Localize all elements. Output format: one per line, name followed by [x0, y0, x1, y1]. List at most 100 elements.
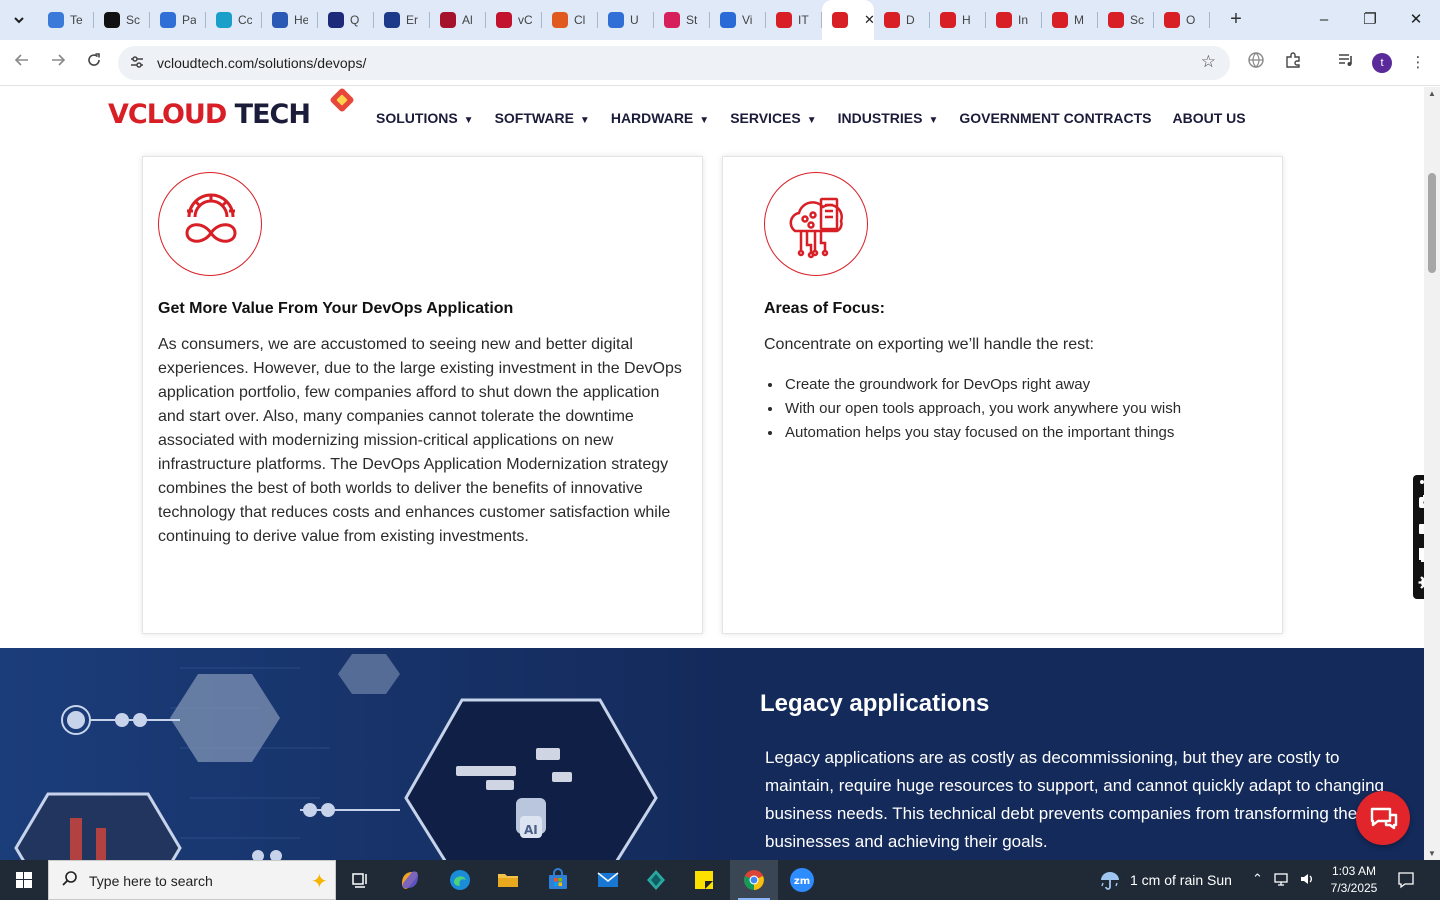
network-icon[interactable]	[1273, 871, 1289, 890]
scroll-thumb[interactable]	[1428, 173, 1436, 273]
tab-title: St	[686, 13, 698, 27]
focus-list: Create the groundwork for DevOps right a…	[765, 373, 1181, 445]
minimize-button[interactable]: –	[1312, 8, 1336, 32]
tab-title: He	[294, 13, 308, 27]
more-menu-icon[interactable]: ⋮	[1406, 51, 1430, 75]
nav-item-software[interactable]: SOFTWARE ▼	[495, 110, 590, 126]
card-title: Areas of Focus:	[764, 300, 885, 317]
browser-tab[interactable]: U	[598, 0, 654, 40]
nav-item-hardware[interactable]: HARDWARE ▼	[611, 110, 709, 126]
tab-title: Te	[70, 13, 83, 27]
page-scrollbar[interactable]: ▲ ▼	[1424, 87, 1440, 860]
tray-chevron-up-icon[interactable]: ⌃	[1252, 871, 1263, 890]
vcloud-icon	[1108, 12, 1124, 28]
scroll-down-arrow[interactable]: ▼	[1424, 849, 1440, 858]
browser-tab[interactable]: O	[1154, 0, 1210, 40]
file-explorer-icon[interactable]	[484, 860, 532, 900]
caret-down-icon: ▼	[806, 115, 817, 126]
browser-tab[interactable]: M	[1042, 0, 1098, 40]
extensions-icon[interactable]	[1281, 51, 1305, 75]
address-bar[interactable]: vcloudtech.com/solutions/devops/ ☆	[118, 46, 1230, 80]
media-control-icon[interactable]	[1334, 51, 1358, 75]
rain-umbrella-icon	[1101, 872, 1119, 890]
github-icon	[104, 12, 120, 28]
reload-button[interactable]	[82, 51, 106, 75]
nav-item-about-us[interactable]: ABOUT US	[1172, 110, 1245, 126]
scroll-up-arrow[interactable]: ▲	[1424, 89, 1440, 98]
browser-tab[interactable]: St	[654, 0, 710, 40]
tab-title: Cl	[574, 13, 586, 27]
browser-tab[interactable]: Er✕	[822, 0, 875, 40]
start-button[interactable]	[0, 860, 48, 900]
browser-tab[interactable]: Te	[38, 0, 94, 40]
browser-toolbar: vcloudtech.com/solutions/devops/ ☆ t ⋮	[0, 40, 1440, 86]
tab-search-button[interactable]	[6, 7, 32, 33]
browser-tab[interactable]: He	[262, 0, 318, 40]
nav-item-label: SOFTWARE	[494, 110, 574, 126]
browser-tab[interactable]: H	[930, 0, 986, 40]
globe-icon	[48, 12, 64, 28]
browser-tab[interactable]: Sc	[1098, 0, 1154, 40]
maximize-button[interactable]: ❐	[1358, 8, 1382, 32]
list-item: With our open tools approach, you work a…	[783, 397, 1181, 421]
taskbar-search-box[interactable]: Type here to search ✦	[48, 860, 336, 900]
notification-center-icon[interactable]	[1396, 870, 1416, 890]
browser-tab[interactable]: IT	[766, 0, 822, 40]
browser-tab[interactable]: Vi	[710, 0, 766, 40]
system-clock[interactable]: 1:03 AM 7/3/2025	[1322, 863, 1386, 897]
vpn-app-icon[interactable]	[632, 860, 680, 900]
copilot-app-icon[interactable]	[386, 860, 434, 900]
sparkle-icon: ✦	[311, 871, 328, 893]
browser-tab[interactable]: Er	[374, 0, 430, 40]
chrome-browser-icon[interactable]	[730, 860, 778, 900]
close-window-button[interactable]: ✕	[1404, 8, 1428, 32]
browser-tab[interactable]: Cl	[542, 0, 598, 40]
card-title: Get More Value From Your DevOps Applicat…	[158, 300, 514, 317]
nav-item-label: INDUSTRIES	[837, 110, 923, 126]
volume-icon[interactable]	[1299, 871, 1315, 890]
site-header: VCLOUD TECH SOLUTIONS ▼ SOFTWARE ▼ HARDWARE ▼…	[0, 87, 1424, 151]
sticky-notes-icon[interactable]	[680, 860, 728, 900]
tab-title: Pa	[182, 13, 196, 27]
browser-tab[interactable]: D	[874, 0, 930, 40]
weather-widget[interactable]: 1 cm of rain Sun	[1098, 860, 1232, 900]
browser-tab[interactable]: Cc	[206, 0, 262, 40]
doc-icon	[608, 12, 624, 28]
chat-button[interactable]	[1356, 791, 1410, 845]
main-nav: SOLUTIONS ▼ SOFTWARE ▼ HARDWARE ▼ SERVICES ▼ IND…	[376, 110, 1267, 126]
x-icon	[328, 12, 344, 28]
tab-list: Te Sc Pa Cc He Q Er Al vC Cl U St Vi IT Er✕ D H In M Sc O	[38, 0, 1210, 40]
vcloud-icon	[940, 12, 956, 28]
store-icon[interactable]	[534, 860, 582, 900]
browser-tab[interactable]: vC	[486, 0, 542, 40]
profile-avatar[interactable]: t	[1372, 53, 1392, 73]
bookmark-star-icon[interactable]: ☆	[1201, 52, 1216, 72]
wave-icon	[720, 12, 736, 28]
app-icon	[440, 12, 456, 28]
edge-browser-icon[interactable]	[436, 860, 484, 900]
url-text[interactable]: vcloudtech.com/solutions/devops/	[157, 55, 366, 71]
translate-icon[interactable]	[1244, 51, 1268, 75]
task-view-icon[interactable]	[336, 860, 384, 900]
logo-cloud: CLOUD	[127, 99, 227, 130]
zoom-app-icon[interactable]: zm	[778, 860, 826, 900]
back-button[interactable]	[10, 51, 34, 75]
site-info-icon[interactable]	[128, 54, 146, 72]
mail-icon[interactable]	[584, 860, 632, 900]
new-tab-button[interactable]: +	[1224, 8, 1248, 32]
nav-item-industries[interactable]: INDUSTRIES ▼	[838, 110, 939, 126]
browser-tab[interactable]: Al	[430, 0, 486, 40]
browser-tab[interactable]: Sc	[94, 0, 150, 40]
nav-item-services[interactable]: SERVICES ▼	[730, 110, 816, 126]
browser-tab[interactable]: Pa	[150, 0, 206, 40]
browser-tab[interactable]: In	[986, 0, 1042, 40]
tab-title: O	[1186, 13, 1196, 27]
vcloud-icon	[832, 12, 848, 28]
tab-title: Q	[350, 13, 360, 27]
browser-tab[interactable]: Q	[318, 0, 374, 40]
site-logo[interactable]: VCLOUD TECH	[108, 99, 311, 130]
nav-item-solutions[interactable]: SOLUTIONS ▼	[376, 110, 474, 126]
forward-button[interactable]	[46, 51, 70, 75]
nav-item-government-contracts[interactable]: GOVERNMENT CONTRACTS	[959, 110, 1151, 126]
nav-item-label: GOVERNMENT CONTRACTS	[959, 110, 1152, 126]
